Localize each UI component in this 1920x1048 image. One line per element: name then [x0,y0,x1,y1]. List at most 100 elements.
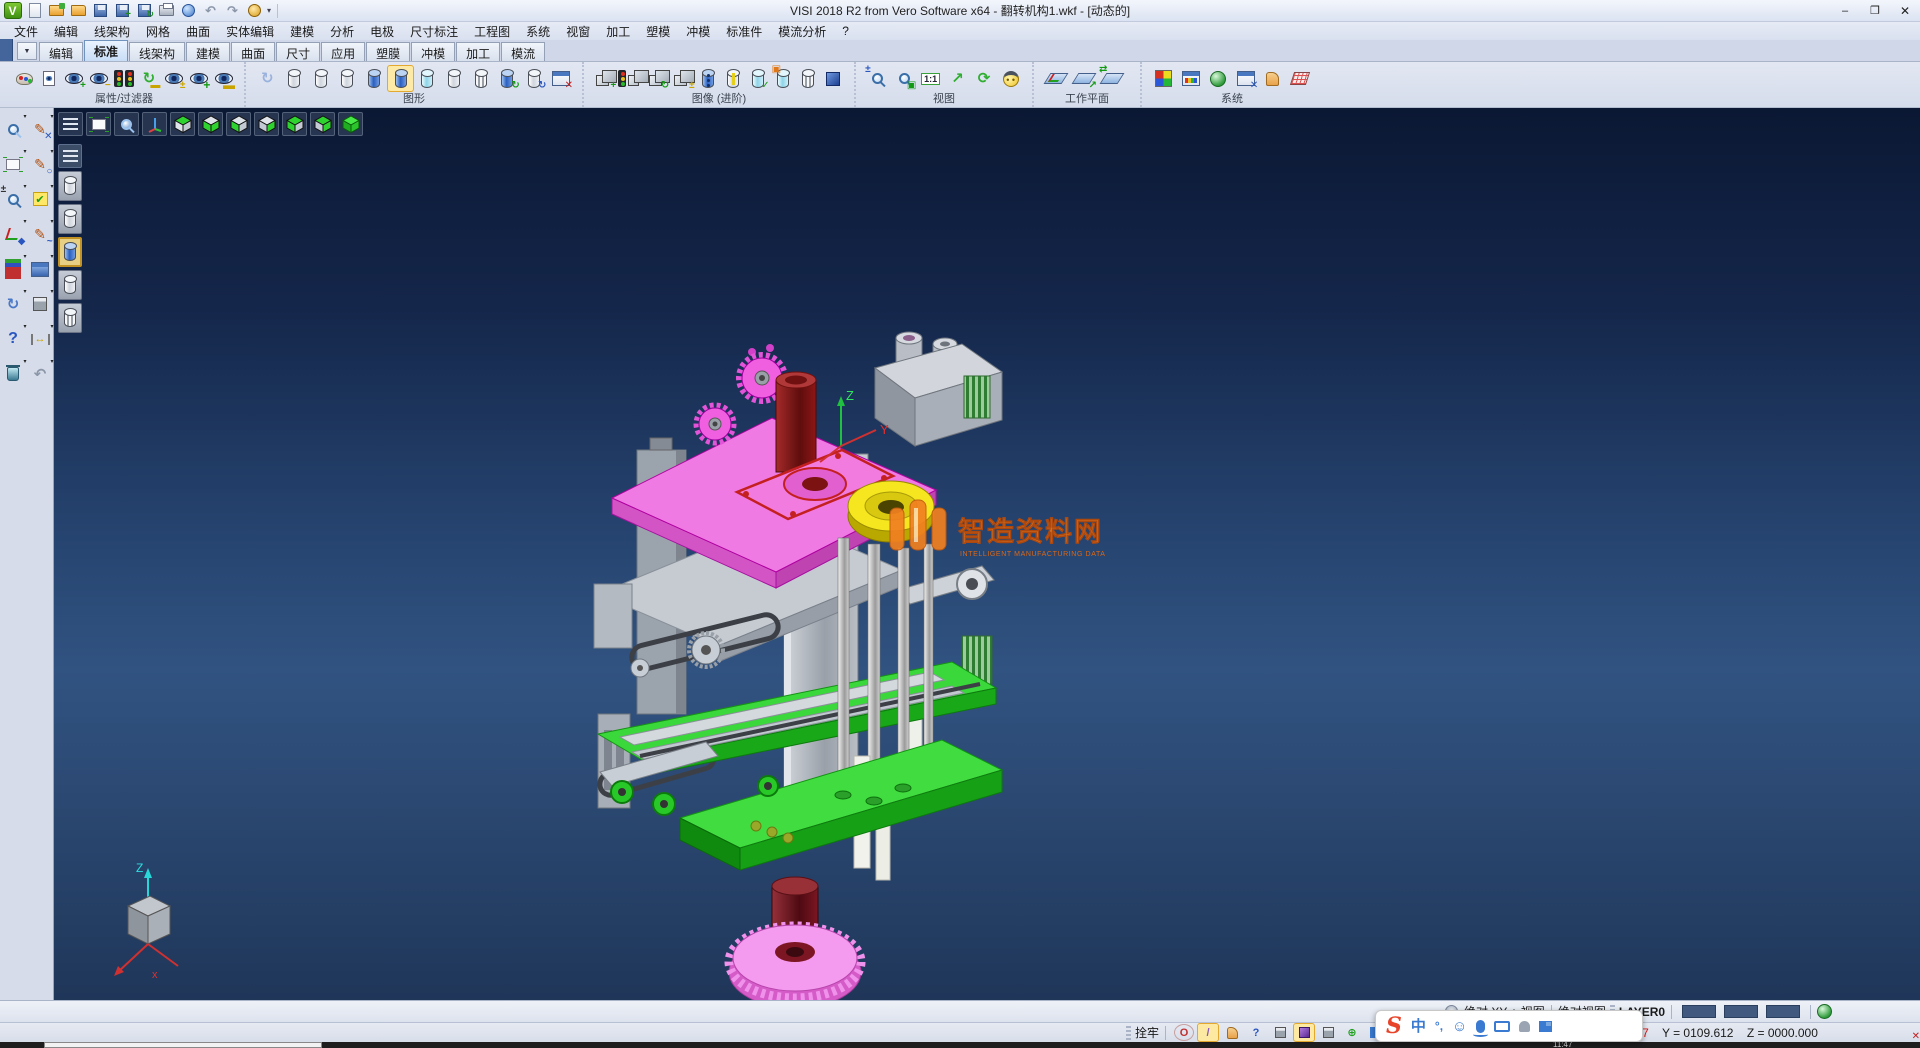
menu-electrode[interactable]: 电极 [362,23,402,40]
ok-circle-icon[interactable]: ⊕ [1342,1024,1362,1041]
color-grid-icon[interactable] [1151,66,1176,91]
window-tools-icon[interactable]: ✕ [548,66,573,91]
delete-pencil-icon[interactable]: ✎✕ [28,116,53,142]
solid-cube-selected-icon[interactable] [1294,1024,1314,1041]
menu-machining[interactable]: 加工 [598,23,638,40]
traffic-filter-icon[interactable] [113,66,136,91]
grid-red-icon[interactable] [1288,66,1313,91]
zoom-plusminus-icon[interactable]: ± [865,66,890,91]
refresh-filter-icon[interactable]: ↻▬ [137,66,160,91]
model-bottom-pulley[interactable] [729,877,861,1000]
view-axes-icon[interactable] [142,112,167,136]
solids-traffic-icon[interactable] [618,66,644,91]
show-add-icon[interactable]: + [63,66,86,91]
tab-modeling[interactable]: 建模 [186,42,230,61]
viewport-3d[interactable]: Z Y Z x 智造资料网 [54,108,1920,1000]
globe-settings-icon[interactable] [1206,66,1231,91]
show-plusminus-icon[interactable]: ± [162,66,185,91]
zoom-arrow-icon[interactable]: ↗ [945,66,970,91]
model-3d-assembly[interactable]: Z Y Z x 智造资料网 [54,108,1920,1000]
menu-dimension[interactable]: 尺寸标注 [402,23,466,40]
tab-progress[interactable]: 冲模 [411,42,455,61]
cylinder-stripe-outline-icon[interactable] [797,66,820,91]
menu-modeling[interactable]: 建模 [282,23,322,40]
cylinder-tools-icon[interactable]: ↻ [522,66,547,91]
view-menu-icon[interactable] [58,112,83,136]
view-orientation-icon[interactable]: ◆ [1,221,26,247]
model-right-link[interactable] [898,566,994,752]
lock-toggle[interactable]: 拴牢 [1135,1024,1159,1041]
open-file-icon[interactable] [47,2,66,19]
zoom-dynamic-icon[interactable] [1,116,26,142]
stamp-hand-icon[interactable] [1222,1024,1242,1041]
ime-toolbox-icon[interactable] [1539,1021,1552,1032]
tab-flow[interactable]: 模流 [501,42,545,61]
cylinder-outline-1-icon[interactable] [282,66,307,91]
menu-standard-parts[interactable]: 标准件 [718,23,770,40]
cube-top-icon[interactable] [170,112,195,136]
hide-minus-icon[interactable]: ▬ [212,66,235,91]
cylinder-refresh-icon[interactable]: ↻ [495,66,520,91]
snap-ring-icon[interactable]: O [1174,1024,1194,1041]
page-visibility-icon[interactable] [38,66,61,91]
status-swatch-2[interactable] [1724,1005,1758,1018]
status-swatch-3[interactable] [1766,1005,1800,1018]
cube-back-icon[interactable] [310,112,335,136]
help-small-icon[interactable]: ? [1246,1024,1266,1041]
print-preview-icon[interactable] [179,2,198,19]
print-icon[interactable] [157,2,176,19]
strip-cylinder-selected-icon[interactable] [58,237,82,267]
tab-dropdown-button[interactable]: ▼ [17,42,37,60]
tab-application[interactable]: 应用 [321,42,365,61]
cylinder-striped-icon[interactable] [468,66,493,91]
ime-logo-icon[interactable]: S [1386,1015,1402,1037]
attributes-books-icon[interactable] [1,256,26,282]
save-icon[interactable] [91,2,110,19]
shade-cube-icon[interactable] [28,291,53,317]
model-top-right-block[interactable] [875,332,1002,446]
show-remove-icon[interactable]: − [88,66,111,91]
new-file-icon[interactable] [25,2,44,19]
ime-punct-toggle[interactable]: °, [1435,1020,1443,1032]
menu-surface[interactable]: 曲面 [178,23,218,40]
window-workplane-icon[interactable]: ✕ [1233,66,1258,91]
close-button[interactable]: ✕ [1890,0,1920,21]
workplane-move-icon[interactable]: ↗ [1071,66,1097,91]
tab-mould[interactable]: 塑膜 [366,42,410,61]
save-small-icon[interactable] [1318,1024,1338,1041]
cube-blue-icon[interactable] [822,66,845,91]
cylinder-dotted-icon[interactable] [696,66,719,91]
menu-progress[interactable]: 冲模 [678,23,718,40]
menu-mesh[interactable]: 网格 [138,23,178,40]
hand-grid-icon[interactable] [1260,66,1285,91]
cylinder-outline-4-icon[interactable] [442,66,467,91]
view-smiley-icon[interactable]: • • [998,66,1023,91]
delete-trash-icon[interactable] [1,361,26,387]
strip-menu-icon[interactable] [58,144,82,168]
save-as-icon[interactable] [113,2,132,19]
save-sync-icon[interactable] [135,2,154,19]
window-colors-icon[interactable] [1178,66,1203,91]
menu-wireframe[interactable]: 线架构 [86,23,138,40]
cube-bottom-icon[interactable] [198,112,223,136]
strip-cylinder-striped-icon[interactable] [58,303,82,333]
solids-refresh-icon[interactable]: ↻ [646,66,669,91]
regen-graphics-icon[interactable]: ↻ [255,66,280,91]
zoom-window-icon[interactable] [1,151,26,177]
highlight-wand-icon[interactable]: / [1198,1024,1218,1041]
cube-left-icon[interactable] [226,112,251,136]
strip-cylinder-a-icon[interactable] [58,171,82,201]
strip-cylinder-c-icon[interactable] [58,270,82,300]
cylinder-tag-icon[interactable]: ▣ [772,66,795,91]
zoom-box-icon[interactable] [114,112,139,136]
tab-dimension[interactable]: 尺寸 [276,42,320,61]
cylinder-cyan-icon[interactable] [415,66,440,91]
curve-pencil-icon[interactable]: ✎~ [28,221,53,247]
help-icon[interactable]: ? [1,326,26,352]
solids-add-icon[interactable]: + [593,66,616,91]
taskbar-search-box[interactable] [44,1042,322,1048]
workplane-axes-icon[interactable] [1043,66,1069,91]
menu-system[interactable]: 系统 [518,23,558,40]
maximize-button[interactable]: ❐ [1860,0,1890,21]
solids-plusminus-icon[interactable]: ± [671,66,694,91]
